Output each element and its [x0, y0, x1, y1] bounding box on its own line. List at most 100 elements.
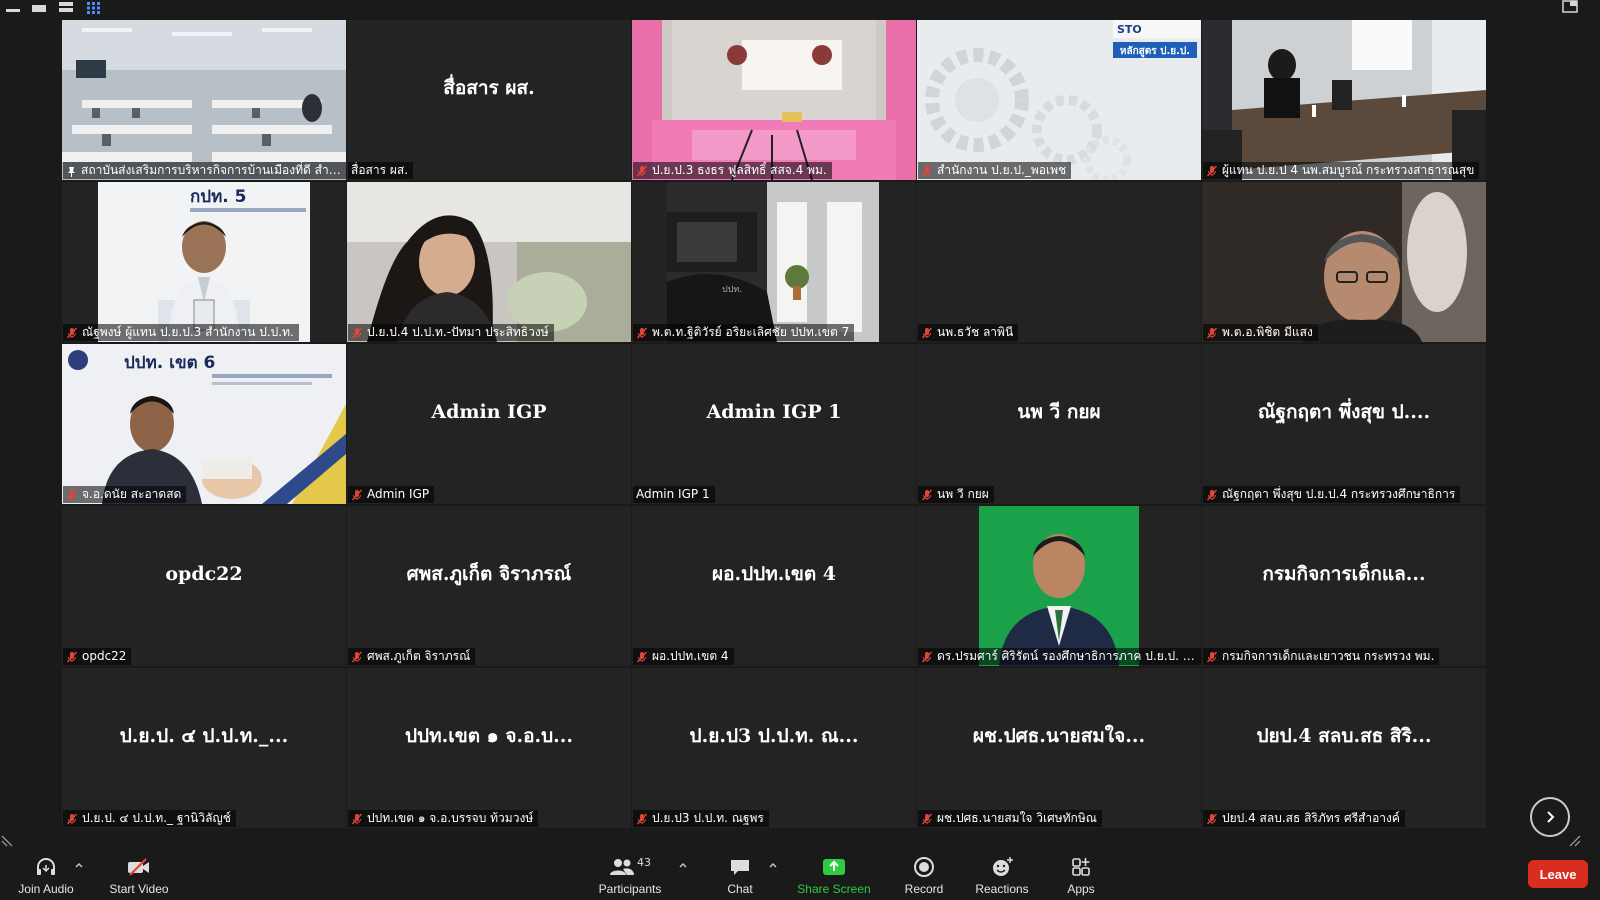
participant-tile[interactable]: สถาบันส่งเสริมการบริหารกิจการบ้านเมืองที… [62, 20, 346, 180]
participant-display-name: นพ วี กยผ [1017, 401, 1101, 423]
participant-label-text: opdc22 [82, 649, 127, 663]
participant-tile[interactable]: ณัฐกฤตา พึ่งสุข ป.... ณัฐกฤตา พึ่งสุข ป.ย… [1202, 344, 1486, 504]
participant-name-label: พ.ต.อ.พิชิต มีแสง [1203, 324, 1318, 341]
participant-tile[interactable]: ปปท.เขต ๑ จ.อ.บ... ปปท.เขต ๑ จ.อ.บรรจบ ท้… [347, 668, 631, 828]
participant-tile[interactable]: ป.ย.ป.4 ป.ป.ท.-ปัทมา ประสิทธิวงษ์ [347, 182, 631, 342]
minimize-icon[interactable] [6, 2, 20, 14]
participant-label-text: สำนักงาน ป.ย.ป._พอเพช [937, 163, 1067, 177]
participant-label-text: พ.ต.ท.ฐิติวัรย์ อริยะเลิศชัย ปปท.เขต 7 [652, 325, 850, 339]
participant-tile[interactable]: สื่อสาร ผส. สื่อสาร ผส. [347, 20, 631, 180]
strip-view-icon[interactable] [59, 2, 73, 14]
mic-muted-icon [66, 813, 78, 825]
svg-text:หลักสูตร ป.ย.ป.: หลักสูตร ป.ย.ป. [1120, 45, 1190, 58]
participant-tile[interactable]: ป.ย.ป.3 ธงธร ฟูลสิทธิ์ สสจ.4 พม. [632, 20, 916, 180]
participants-icon [610, 859, 634, 875]
participant-name-label: ผช.ปศธ.นายสมใจ วิเศษทักษิณ [918, 810, 1102, 827]
participant-display-name: ปปท.เขต ๑ จ.อ.บ... [404, 725, 574, 747]
participant-tile[interactable]: นพ วี กยผ นพ วี กยผ [917, 344, 1201, 504]
mic-muted-icon [1206, 489, 1218, 501]
participant-tile[interactable]: Admin IGP Admin IGP [347, 344, 631, 504]
participant-label-text: ผอ.ปปท.เขต 4 [652, 649, 729, 663]
participant-tile[interactable]: STO หลักสูตร ป.ย.ป. สำนักงาน ป.ย.ป._พอเพช [917, 20, 1201, 180]
meeting-toolbar: Join Audio Start Video 43 Participants C… [0, 850, 1600, 900]
participants-button[interactable]: 43 Participants [594, 850, 666, 900]
participant-display-name: opdc22 [165, 563, 243, 585]
participant-tile[interactable]: ปปท. พ.ต.ท.ฐิติวัรย์ อริยะเลิศชัย ปปท.เขต… [632, 182, 916, 342]
record-button[interactable]: Record [896, 850, 952, 900]
participant-name-label: พ.ต.ท.ฐิติวัรย์ อริยะเลิศชัย ปปท.เขต 7 [633, 324, 855, 341]
participant-tile[interactable]: ศพส.ภูเก็ต จิราภรณ์ ศพส.ภูเก็ต จิราภรณ์ [347, 506, 631, 666]
participant-label-text: ป.ย.ป3 ป.ป.ท. ณฐพร [652, 811, 764, 825]
mic-muted-icon [636, 165, 648, 177]
resize-handle-left-icon[interactable] [0, 834, 14, 848]
speaker-view-icon[interactable] [32, 2, 46, 14]
participant-tile[interactable]: ดร.ปรมศาร์ ศิริรัตน์ รองศึกษาธิการภาค ป.… [917, 506, 1201, 666]
participant-name-label: ดร.ปรมศาร์ ศิริรัตน์ รองศึกษาธิการภาค ป.… [918, 648, 1201, 665]
mic-muted-icon [351, 813, 363, 825]
pin-icon [66, 165, 77, 177]
participant-tile[interactable]: ป.ย.ป3 ป.ป.ท. ณ... ป.ย.ป3 ป.ป.ท. ณฐพร [632, 668, 916, 828]
reactions-icon [993, 857, 1013, 876]
participant-label-text: Admin IGP [367, 487, 430, 501]
mic-muted-icon [351, 651, 363, 663]
participant-label-text: ผู้แทน ป.ย.ป 4 นพ.สมบูรณ์ กระทรวงสาธารณส… [1222, 163, 1475, 177]
next-page-button[interactable] [1530, 797, 1570, 837]
chat-label: Chat [727, 882, 753, 896]
chevron-up-icon[interactable] [74, 860, 84, 870]
participant-name-label: ณัฐกฤตา พึ่งสุข ป.ย.ป.4 กระทรวงศึกษาธิกา… [1203, 486, 1461, 503]
mic-muted-icon [1206, 165, 1218, 177]
participant-label-text: ป.ย.ป.4 ป.ป.ท.-ปัทมา ประสิทธิวงษ์ [367, 325, 549, 339]
mic-muted-icon [1206, 813, 1218, 825]
participant-tile[interactable]: ป.ย.ป. ๔ ป.ป.ท._... ป.ย.ป. ๔ ป.ป.ท._ ฐานิ… [62, 668, 346, 828]
participant-tile[interactable]: นพ.ธวัช ลาพินี [917, 182, 1201, 342]
svg-text:ปปท.: ปปท. [722, 285, 742, 295]
participant-tile[interactable]: กปท. 5 ณัฐพงษ์ ผู้แทน ป.ย.ป.3 สำนักงาน ป.… [62, 182, 346, 342]
participant-display-name: สื่อสาร ผส. [443, 77, 535, 99]
participant-label-text: ป.ย.ป. ๔ ป.ป.ท._ ฐานิวิลัญช์ [82, 811, 231, 825]
apps-button[interactable]: Apps [1056, 850, 1106, 900]
participant-display-name: Admin IGP [431, 401, 547, 423]
chevron-up-icon[interactable] [678, 860, 688, 870]
participant-tile[interactable]: ปยป.4 สลบ.สธ สิริ... ปยป.4 สลบ.สธ สิริภัท… [1202, 668, 1486, 828]
reactions-button[interactable]: Reactions [970, 850, 1034, 900]
participant-name-label: สถาบันส่งเสริมการบริหารกิจการบ้านเมืองที… [63, 162, 346, 179]
participant-name-label: Admin IGP [348, 486, 435, 503]
participant-tile[interactable]: opdc22 opdc22 [62, 506, 346, 666]
chat-button[interactable]: Chat [712, 850, 768, 900]
participant-name-label: ศพส.ภูเก็ต จิราภรณ์ [348, 648, 476, 665]
resize-handle-right-icon[interactable] [1568, 834, 1582, 848]
participant-name-label: opdc22 [63, 648, 132, 665]
participant-label-text: Admin IGP 1 [636, 487, 710, 501]
participant-name-label: ป.ย.ป. ๔ ป.ป.ท._ ฐานิวิลัญช์ [63, 810, 236, 827]
participant-tile[interactable]: ปปท. เขต 6 จ.อ.ดนัย สะอาดสด [62, 344, 346, 504]
svg-text:กปท. 5: กปท. 5 [190, 187, 247, 207]
participant-label-text: ศพส.ภูเก็ต จิราภรณ์ [367, 649, 471, 663]
chevron-up-icon[interactable] [768, 860, 778, 870]
participant-tile[interactable]: Admin IGP 1 Admin IGP 1 [632, 344, 916, 504]
start-video-button[interactable]: Start Video [104, 850, 174, 900]
mic-muted-icon [636, 651, 648, 663]
participant-label-text: ปปท.เขต ๑ จ.อ.บรรจบ ท้วมวงษ์ [367, 811, 534, 825]
participant-tile[interactable]: กรมกิจการเด็กแล... กรมกิจการเด็กและเยาวชน… [1202, 506, 1486, 666]
gallery-view-icon[interactable] [87, 2, 101, 14]
exit-fullscreen-icon[interactable] [1562, 0, 1578, 14]
join-audio-button[interactable]: Join Audio [14, 850, 78, 900]
participant-name-label: ป.ย.ป.4 ป.ป.ท.-ปัทมา ประสิทธิวงษ์ [348, 324, 554, 341]
participant-tile[interactable]: พ.ต.อ.พิชิต มีแสง [1202, 182, 1486, 342]
participant-tile[interactable]: ผช.ปศธ.นายสมใจ... ผช.ปศธ.นายสมใจ วิเศษทัก… [917, 668, 1201, 828]
leave-button[interactable]: Leave [1528, 860, 1588, 888]
participant-tile[interactable]: ผอ.ปปท.เขต 4 ผอ.ปปท.เขต 4 [632, 506, 916, 666]
participant-label-text: ผช.ปศธ.นายสมใจ วิเศษทักษิณ [937, 811, 1097, 825]
share-screen-button[interactable]: Share Screen [796, 850, 872, 900]
participant-name-label: นพ.ธวัช ลาพินี [918, 324, 1019, 341]
participant-name-label: ปยป.4 สลบ.สธ สิริภัทร ศรีสำอางค์ [1203, 810, 1405, 827]
participant-name-label: นพ วี กยผ [918, 486, 994, 503]
record-icon [914, 857, 934, 877]
participant-name-label: สื่อสาร ผส. [348, 162, 414, 179]
participant-display-name: กรมกิจการเด็กแล... [1262, 563, 1426, 585]
participant-label-text: ป.ย.ป.3 ธงธร ฟูลสิทธิ์ สสจ.4 พม. [652, 163, 827, 177]
participant-name-label: ปปท.เขต ๑ จ.อ.บรรจบ ท้วมวงษ์ [348, 810, 539, 827]
participant-name-label: Admin IGP 1 [633, 486, 715, 503]
participant-tile[interactable]: ผู้แทน ป.ย.ป 4 นพ.สมบูรณ์ กระทรวงสาธารณส… [1202, 20, 1486, 180]
participants-label: Participants [598, 882, 662, 896]
